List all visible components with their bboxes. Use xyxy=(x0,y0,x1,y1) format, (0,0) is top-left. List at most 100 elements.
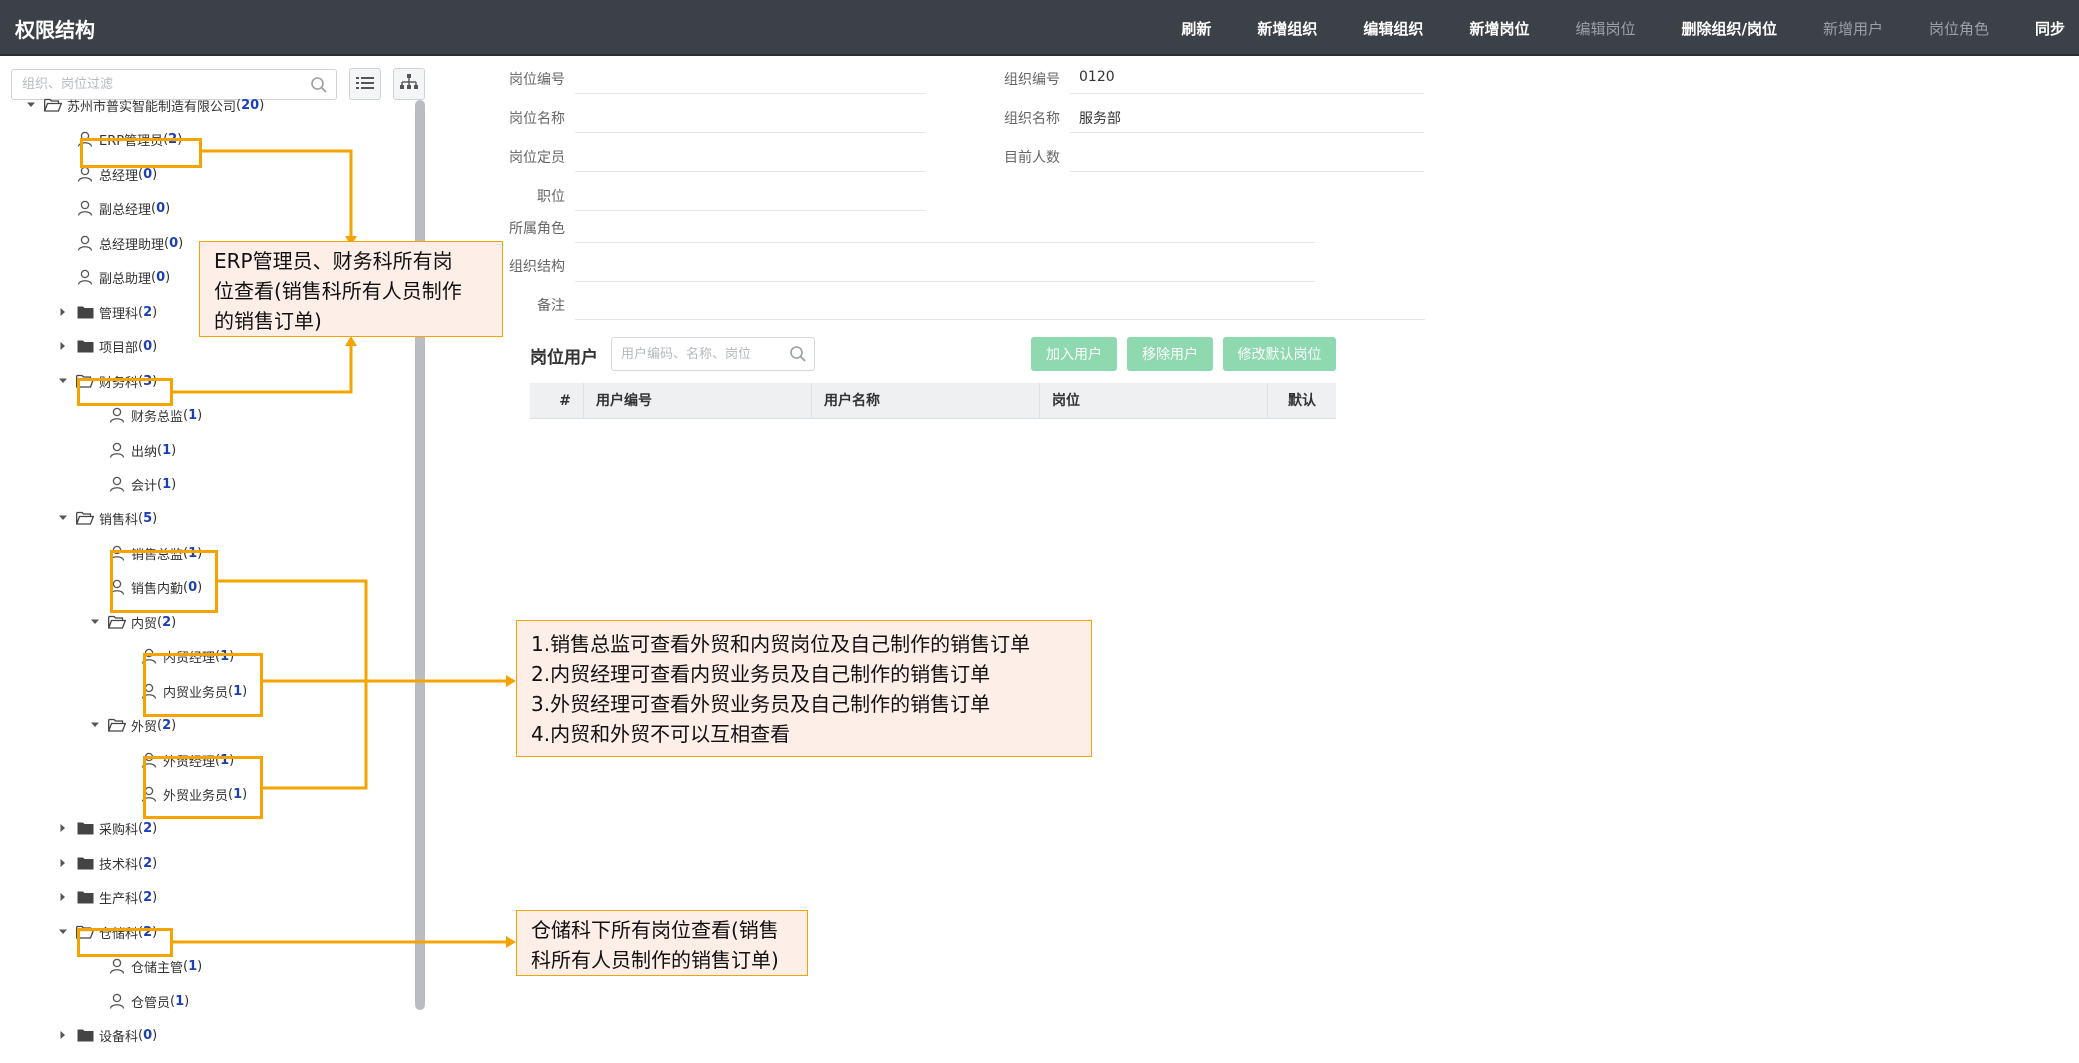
tree-node[interactable]: 内贸(2) xyxy=(88,610,176,634)
col-default[interactable]: 默认 xyxy=(1268,383,1336,419)
tree-node-count: 2 xyxy=(143,889,153,905)
tree-node[interactable]: 项目部(0) xyxy=(56,334,157,358)
post-role-button[interactable]: 岗位角色 xyxy=(1929,18,1989,39)
org-structure-underline xyxy=(575,281,1315,282)
delete-org-post-button[interactable]: 删除组织/岗位 xyxy=(1681,18,1776,39)
user-icon xyxy=(76,235,94,251)
folder-icon xyxy=(76,1027,94,1043)
caret-right-icon[interactable] xyxy=(56,892,70,902)
user-search-input[interactable] xyxy=(612,338,782,370)
tree-node[interactable]: ERP管理员(2) xyxy=(76,127,182,151)
tree-node[interactable]: 苏州市普实智能制造有限公司(20) xyxy=(24,93,264,117)
org-structure-label: 组织结构 xyxy=(509,259,565,275)
org-code-underline xyxy=(1070,93,1424,94)
tree-node[interactable]: 财务科(3) xyxy=(56,369,157,393)
caret-right-icon[interactable] xyxy=(56,1030,70,1040)
user-icon xyxy=(76,131,94,147)
tree-node-count: 20 xyxy=(241,97,260,113)
tree-node[interactable]: 财务总监(1) xyxy=(108,403,202,427)
caret-right-icon[interactable] xyxy=(56,823,70,833)
tree-node[interactable]: 管理科(2) xyxy=(56,300,157,324)
user-icon xyxy=(108,476,126,492)
join-user-button[interactable]: 加入用户 xyxy=(1031,337,1117,371)
tree-node[interactable]: 内贸经理(1) xyxy=(140,644,234,668)
caret-right-icon[interactable] xyxy=(56,341,70,351)
tree-node-count: 1 xyxy=(233,786,243,802)
tree-node[interactable]: 外贸(2) xyxy=(88,713,176,737)
col-user-name[interactable]: 用户名称 xyxy=(812,383,1040,419)
search-icon[interactable] xyxy=(789,345,807,367)
refresh-button[interactable]: 刷新 xyxy=(1181,18,1211,39)
paren-close: ) xyxy=(152,855,158,871)
caret-right-icon[interactable] xyxy=(56,307,70,317)
paren-close: ) xyxy=(178,235,184,251)
caret-down-icon[interactable] xyxy=(88,722,102,728)
tree-node-count: 2 xyxy=(168,131,178,147)
tree-node[interactable]: 销售科(5) xyxy=(56,506,157,530)
tree-node-count: 1 xyxy=(188,407,198,423)
tree-node-label: 外贸经理 xyxy=(163,754,216,770)
caret-down-icon[interactable] xyxy=(88,619,102,625)
user-search xyxy=(611,337,815,371)
org-chart-button[interactable] xyxy=(393,68,425,100)
tree-node-label: 财务总监 xyxy=(131,409,184,425)
tree-node-label: 仓储科 xyxy=(99,926,139,942)
remove-user-button[interactable]: 移除用户 xyxy=(1127,337,1213,371)
tree-node[interactable]: 总经理(0) xyxy=(76,162,157,186)
tree-node[interactable]: 会计(1) xyxy=(108,472,176,496)
tree-node[interactable]: 仓储科(2) xyxy=(56,920,157,944)
list-view-button[interactable] xyxy=(349,68,381,100)
edit-org-button[interactable]: 编辑组织 xyxy=(1363,18,1423,39)
paren-close: ) xyxy=(229,752,235,768)
tree-node-label: 销售内勤 xyxy=(131,581,184,597)
tree-node-label: 内贸 xyxy=(131,616,158,632)
tree-scrollbar[interactable] xyxy=(415,100,425,1010)
tree-node[interactable]: 设备科(0) xyxy=(56,1023,157,1047)
caret-down-icon[interactable] xyxy=(56,929,70,935)
org-name-value[interactable]: 服务部 xyxy=(1079,108,1121,128)
col-index[interactable]: # xyxy=(530,383,584,419)
tree-node-count: 2 xyxy=(162,717,172,733)
search-icon[interactable] xyxy=(310,76,328,98)
tree-node[interactable]: 外贸业务员(1) xyxy=(140,782,247,806)
tree-node[interactable]: 采购科(2) xyxy=(56,816,157,840)
add-user-button[interactable]: 新增用户 xyxy=(1823,18,1883,39)
toolbar: 刷新 新增组织 编辑组织 新增岗位 编辑岗位 删除组织/岗位 新增用户 岗位角色… xyxy=(1135,0,2065,56)
tree-node[interactable]: 内贸业务员(1) xyxy=(140,679,247,703)
paren-close: ) xyxy=(152,820,158,836)
post-quota-underline xyxy=(575,171,925,172)
caret-right-icon[interactable] xyxy=(56,858,70,868)
folder-icon xyxy=(76,338,94,354)
tree-node[interactable]: 销售总监(1) xyxy=(108,541,202,565)
paren-close: ) xyxy=(177,131,183,147)
tree-node-count: 1 xyxy=(188,545,198,561)
caret-down-icon[interactable] xyxy=(24,102,38,108)
tree-node[interactable]: 外贸经理(1) xyxy=(140,748,234,772)
caret-down-icon[interactable] xyxy=(56,378,70,384)
tree-node-label: 仓管员 xyxy=(131,995,171,1011)
tree-node[interactable]: 副总助理(0) xyxy=(76,265,170,289)
tree-node[interactable]: 总经理助理(0) xyxy=(76,231,183,255)
edit-post-button[interactable]: 编辑岗位 xyxy=(1575,18,1635,39)
caret-down-icon[interactable] xyxy=(56,515,70,521)
col-post[interactable]: 岗位 xyxy=(1040,383,1268,419)
change-default-post-button[interactable]: 修改默认岗位 xyxy=(1223,337,1336,371)
tree-node[interactable]: 副总经理(0) xyxy=(76,196,170,220)
add-post-button[interactable]: 新增岗位 xyxy=(1469,18,1529,39)
sync-button[interactable]: 同步 xyxy=(2035,18,2065,39)
org-code-value[interactable]: 0120 xyxy=(1079,69,1115,85)
user-icon xyxy=(108,958,126,974)
paren-close: ) xyxy=(152,510,158,526)
user-icon xyxy=(76,166,94,182)
user-icon xyxy=(108,579,126,595)
tree-node-label: 副总经理 xyxy=(99,202,152,218)
tree-node[interactable]: 生产科(2) xyxy=(56,885,157,909)
tree-node[interactable]: 出纳(1) xyxy=(108,438,176,462)
tree-node[interactable]: 技术科(2) xyxy=(56,851,157,875)
tree-node[interactable]: 销售内勤(0) xyxy=(108,575,202,599)
tree-node[interactable]: 仓储主管(1) xyxy=(108,954,202,978)
col-user-code[interactable]: 用户编号 xyxy=(584,383,812,419)
top-bar: 权限结构 刷新 新增组织 编辑组织 新增岗位 编辑岗位 删除组织/岗位 新增用户… xyxy=(0,0,2079,56)
add-org-button[interactable]: 新增组织 xyxy=(1257,18,1317,39)
tree-node[interactable]: 仓管员(1) xyxy=(108,989,189,1013)
